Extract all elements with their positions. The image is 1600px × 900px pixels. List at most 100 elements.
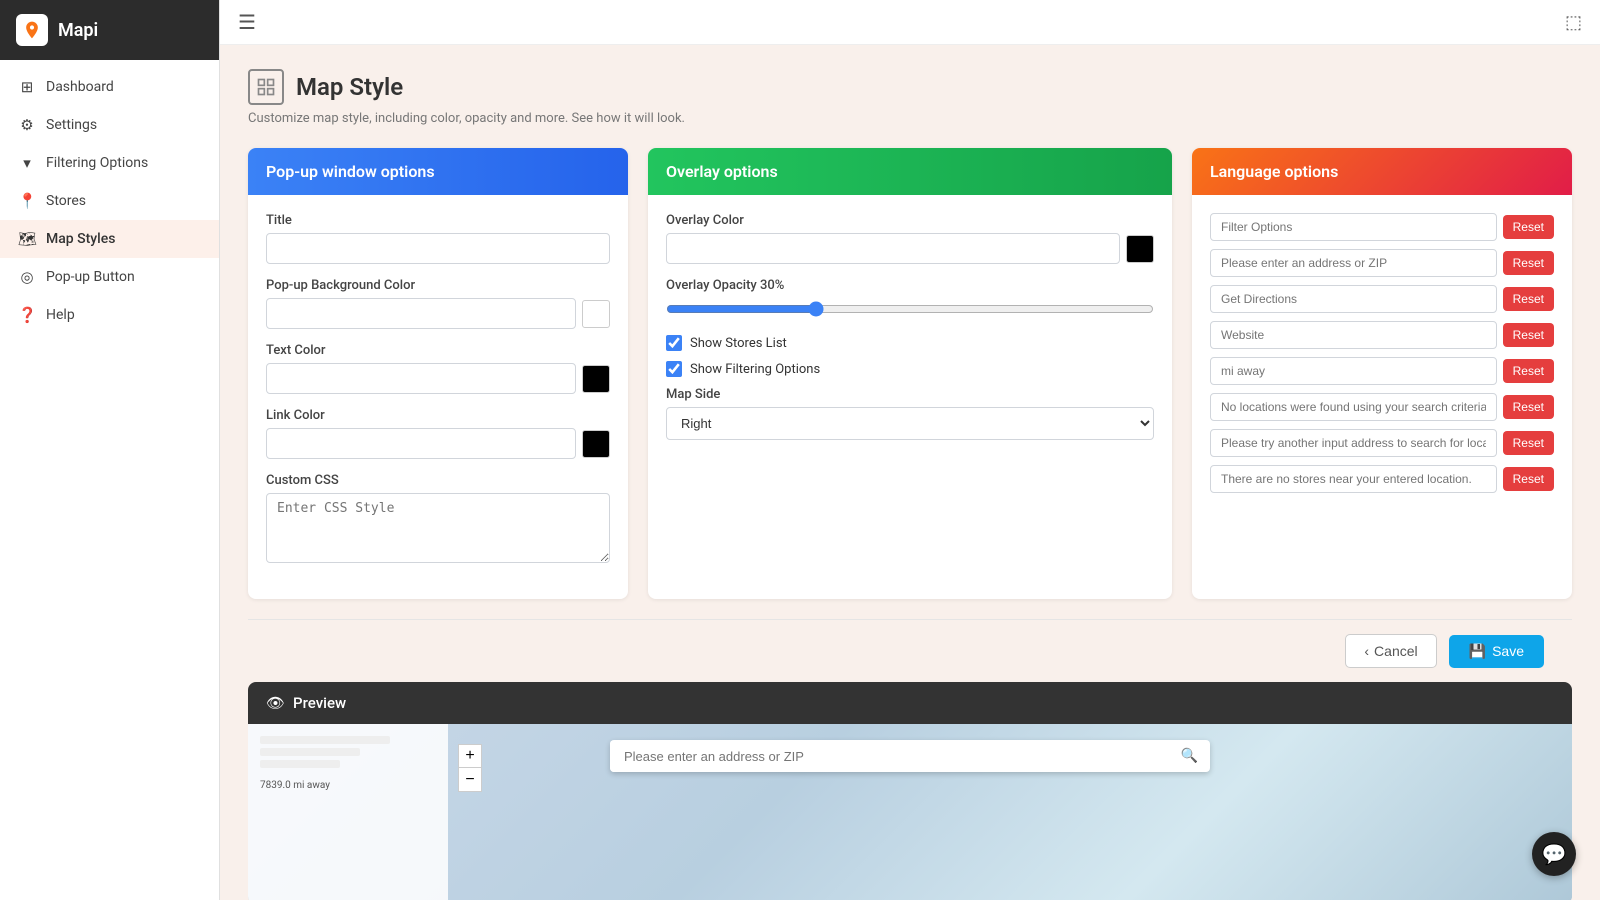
topbar-icon-right[interactable]: ⬚ bbox=[1565, 12, 1582, 33]
overlay-color-row: #000000 bbox=[666, 233, 1154, 264]
title-group: Title bbox=[266, 213, 610, 264]
reset-btn-website[interactable]: Reset bbox=[1503, 323, 1554, 347]
overlay-color-swatch[interactable] bbox=[1126, 235, 1154, 263]
popup-card: Pop-up window options Title Pop-up Backg… bbox=[248, 148, 628, 599]
sidebar-item-dashboard[interactable]: ⊞ Dashboard bbox=[0, 68, 219, 106]
text-color-label: Text Color bbox=[266, 343, 610, 358]
preview-left-panel: 7839.0 mi away bbox=[248, 724, 448, 900]
opacity-row: Overlay Opacity 30% bbox=[666, 278, 1154, 293]
settings-icon: ⚙ bbox=[18, 116, 36, 134]
reset-btn-try-another[interactable]: Reset bbox=[1503, 431, 1554, 455]
sidebar-item-label: Filtering Options bbox=[46, 155, 148, 171]
hamburger-button[interactable]: ☰ bbox=[238, 10, 256, 34]
reset-btn-no-locations[interactable]: Reset bbox=[1503, 395, 1554, 419]
lang-input-no-stores-near[interactable] bbox=[1210, 465, 1497, 493]
popup-icon: ◎ bbox=[18, 268, 36, 286]
save-icon: 💾 bbox=[1469, 643, 1486, 660]
sidebar-item-label: Stores bbox=[46, 193, 86, 209]
map-styles-icon: 🗺 bbox=[18, 230, 36, 248]
lang-input-enter-address[interactable] bbox=[1210, 249, 1497, 277]
sidebar-header: Mapi bbox=[0, 0, 219, 60]
lang-input-website[interactable] bbox=[1210, 321, 1497, 349]
overlay-card-body: Overlay Color #000000 Overlay Opacity 30… bbox=[648, 195, 1172, 472]
lang-row-filter-options: Reset bbox=[1210, 213, 1554, 241]
text-color-input[interactable]: #000000 bbox=[266, 363, 576, 394]
lang-input-no-locations[interactable] bbox=[1210, 393, 1497, 421]
preview-store-text-3 bbox=[260, 760, 340, 768]
sidebar-item-map-styles[interactable]: 🗺 Map Styles bbox=[0, 220, 219, 258]
reset-btn-mi-away[interactable]: Reset bbox=[1503, 359, 1554, 383]
sidebar-item-label: Help bbox=[46, 307, 75, 323]
page-content: Map Style Customize map style, including… bbox=[220, 45, 1600, 900]
map-side-group: Map Side Right Left bbox=[666, 387, 1154, 440]
text-color-swatch[interactable] bbox=[582, 365, 610, 393]
topbar: ☰ ⬚ bbox=[220, 0, 1600, 45]
reset-btn-filter-options[interactable]: Reset bbox=[1503, 215, 1554, 239]
title-input[interactable] bbox=[266, 233, 610, 264]
link-color-row: #000000 bbox=[266, 428, 610, 459]
overlay-color-input[interactable]: #000000 bbox=[666, 233, 1120, 264]
chat-bubble[interactable]: 💬 bbox=[1532, 832, 1576, 876]
lang-row-enter-address: Reset bbox=[1210, 249, 1554, 277]
preview-title: Preview bbox=[293, 694, 346, 712]
sidebar-item-popup-button[interactable]: ◎ Pop-up Button bbox=[0, 258, 219, 296]
dashboard-icon: ⊞ bbox=[18, 78, 36, 96]
popup-card-header: Pop-up window options bbox=[248, 148, 628, 195]
bg-color-row: #ffffff bbox=[266, 298, 610, 329]
reset-btn-no-stores-near[interactable]: Reset bbox=[1503, 467, 1554, 491]
reset-btn-enter-address[interactable]: Reset bbox=[1503, 251, 1554, 275]
sidebar-item-help[interactable]: ❓ Help bbox=[0, 296, 219, 334]
footer-bar: ‹ Cancel 💾 Save bbox=[248, 619, 1572, 682]
preview-store-text-1 bbox=[260, 736, 390, 744]
overlay-color-group: Overlay Color #000000 bbox=[666, 213, 1154, 264]
sidebar-item-settings[interactable]: ⚙ Settings bbox=[0, 106, 219, 144]
preview-search-input[interactable] bbox=[610, 741, 1169, 772]
link-color-group: Link Color #000000 bbox=[266, 408, 610, 459]
custom-css-input[interactable] bbox=[266, 493, 610, 563]
map-side-select[interactable]: Right Left bbox=[666, 407, 1154, 440]
link-color-swatch[interactable] bbox=[582, 430, 610, 458]
preview-content: 7839.0 mi away + − 🔍 bbox=[248, 724, 1572, 900]
preview-search-bar: 🔍 bbox=[610, 740, 1210, 772]
save-button[interactable]: 💾 Save bbox=[1449, 635, 1544, 668]
cancel-button[interactable]: ‹ Cancel bbox=[1345, 634, 1436, 668]
page-title: Map Style bbox=[296, 73, 403, 101]
bg-color-input[interactable]: #ffffff bbox=[266, 298, 576, 329]
zoom-in-button[interactable]: + bbox=[458, 744, 482, 768]
title-label: Title bbox=[266, 213, 610, 228]
preview-section: 👁 Preview 7839.0 mi away + bbox=[248, 682, 1572, 900]
show-stores-label: Show Stores List bbox=[690, 336, 787, 351]
bg-color-swatch[interactable] bbox=[582, 300, 610, 328]
help-icon: ❓ bbox=[18, 306, 36, 324]
show-filtering-checkbox[interactable] bbox=[666, 361, 682, 377]
lang-row-get-directions: Reset bbox=[1210, 285, 1554, 313]
lang-input-get-directions[interactable] bbox=[1210, 285, 1497, 313]
popup-card-body: Title Pop-up Background Color #ffffff Te… bbox=[248, 195, 628, 599]
sidebar-item-filtering-options[interactable]: ▾ Filtering Options bbox=[0, 144, 219, 182]
custom-css-group: Custom CSS bbox=[266, 473, 610, 567]
text-color-row: #000000 bbox=[266, 363, 610, 394]
sidebar-item-label: Settings bbox=[46, 117, 97, 133]
page-title-icon bbox=[248, 69, 284, 105]
cards-row: Pop-up window options Title Pop-up Backg… bbox=[248, 148, 1572, 599]
preview-eye-icon: 👁 bbox=[266, 694, 285, 712]
sidebar-nav: ⊞ Dashboard ⚙ Settings ▾ Filtering Optio… bbox=[0, 60, 219, 900]
lang-input-filter-options[interactable] bbox=[1210, 213, 1497, 241]
show-filtering-label: Show Filtering Options bbox=[690, 362, 820, 377]
preview-zoom-buttons: + − bbox=[458, 744, 482, 792]
sidebar-item-stores[interactable]: 📍 Stores bbox=[0, 182, 219, 220]
show-stores-checkbox[interactable] bbox=[666, 335, 682, 351]
preview-search-icon: 🔍 bbox=[1169, 740, 1210, 772]
overlay-card: Overlay options Overlay Color #000000 Ov… bbox=[648, 148, 1172, 599]
lang-input-mi-away[interactable] bbox=[1210, 357, 1497, 385]
link-color-input[interactable]: #000000 bbox=[266, 428, 576, 459]
zoom-out-button[interactable]: − bbox=[458, 768, 482, 792]
lang-input-try-another[interactable] bbox=[1210, 429, 1497, 457]
reset-btn-get-directions[interactable]: Reset bbox=[1503, 287, 1554, 311]
opacity-slider[interactable] bbox=[666, 301, 1154, 317]
opacity-group: Overlay Opacity 30% bbox=[666, 278, 1154, 321]
sidebar-item-label: Map Styles bbox=[46, 231, 115, 247]
lang-row-mi-away: Reset bbox=[1210, 357, 1554, 385]
lang-row-website: Reset bbox=[1210, 321, 1554, 349]
sidebar: Mapi ⊞ Dashboard ⚙ Settings ▾ Filtering … bbox=[0, 0, 220, 900]
